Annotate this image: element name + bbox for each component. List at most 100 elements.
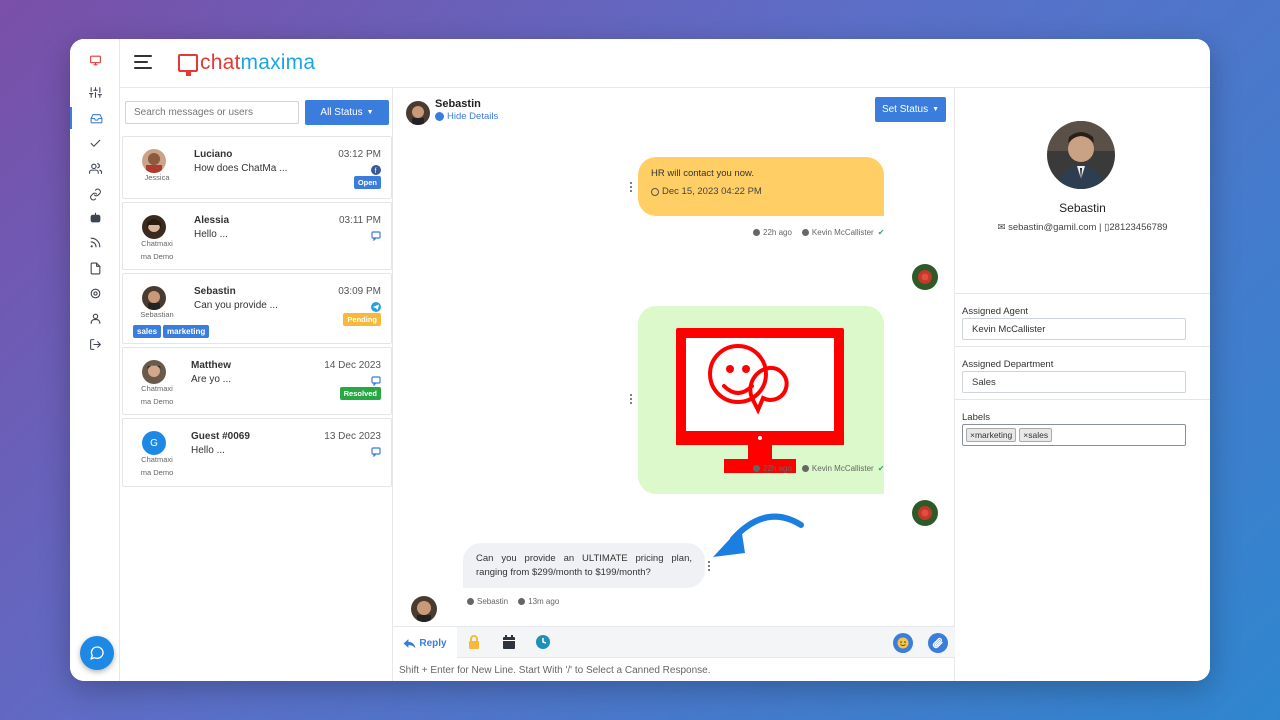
logout-icon[interactable] (70, 333, 120, 355)
nav-rail (70, 39, 120, 681)
contact-details-panel: Sebastin ✉ sebastin@gamil.com | ▯2812345… (955, 88, 1210, 681)
reply-icon (403, 638, 416, 648)
message-options-icon[interactable] (708, 561, 711, 573)
brand-logo: chatmaxima (178, 51, 316, 76)
conversation-item[interactable]: G Chatmaxi ma Demo Guest #0069 Hello ...… (122, 418, 392, 487)
message-text: HR will contact you now. (651, 168, 754, 179)
contact-avatar-large (1047, 121, 1115, 189)
rss-icon[interactable] (70, 231, 120, 253)
document-icon[interactable] (70, 257, 120, 279)
contact-email[interactable]: sebastin@gamil.com (1008, 222, 1096, 233)
chat-panel: Sebastin Hide Details Set Status ▼ HR wil… (393, 88, 955, 681)
message-meta: Sebastin 13m ago (467, 597, 559, 606)
clock-icon[interactable] (536, 635, 550, 649)
clock-icon (753, 465, 760, 472)
conversation-list: All Status▼ Jessica Luciano How does Cha… (120, 88, 393, 681)
conversation-item[interactable]: Jessica Luciano How does ChatMa ... 03:1… (122, 136, 392, 199)
emoji-icon[interactable] (893, 633, 913, 653)
menu-icon[interactable] (134, 55, 152, 71)
avatar (142, 286, 166, 310)
bot-icon[interactable] (70, 206, 120, 228)
conversation-item[interactable]: Chatmaxi ma Demo Alessia Hello ... 03:11… (122, 202, 392, 270)
conversation-item[interactable]: Sebastian Sebastin Can you provide ... 0… (122, 273, 392, 344)
conversation-time: 03:12 PM (338, 149, 381, 160)
message-composer-input[interactable]: Shift + Enter for New Line. Start With '… (399, 665, 710, 676)
tab-reply[interactable]: Reply (393, 627, 457, 659)
conversation-inbox-name: Sebastian (140, 310, 174, 319)
hide-details-link[interactable]: Hide Details (435, 111, 498, 122)
conversation-inbox-name: Jessica (144, 173, 170, 182)
users-icon[interactable] (70, 157, 120, 179)
chat-channel-icon (371, 373, 381, 387)
tag-marketing: marketing (163, 325, 210, 338)
avatar (142, 360, 166, 384)
settings-icon[interactable] (70, 282, 120, 304)
search-input[interactable] (125, 101, 299, 124)
conversation-inbox-name: Chatmaxi ma Demo (140, 239, 174, 261)
svg-text:f: f (375, 168, 377, 175)
chat-widget-button[interactable] (80, 636, 114, 670)
contact-name: Sebastin (1059, 201, 1106, 215)
avatar (142, 149, 166, 173)
telegram-icon (435, 112, 444, 121)
conversation-preview: Are yo ... (191, 374, 232, 385)
arrow-annotation-icon (713, 513, 804, 557)
conversation-preview: Hello ... (191, 445, 225, 456)
conversation-name: Luciano (194, 149, 233, 160)
user-icon (467, 598, 474, 605)
assigned-agent-label: Assigned Agent (962, 306, 1029, 317)
message-meta: 22h ago Kevin McCallister ✔ (753, 464, 884, 473)
message-options-icon[interactable] (630, 394, 633, 406)
conversation-inbox-name: Chatmaxi ma Demo (140, 455, 174, 477)
divider (955, 293, 1210, 294)
chat-channel-icon (371, 444, 381, 458)
conversation-name: Guest #0069 (191, 431, 250, 442)
facebook-icon: f (371, 162, 381, 175)
message-date: Dec 15, 2023 04:22 PM (651, 186, 762, 197)
labels-label: Labels (962, 412, 990, 423)
conversation-time: 03:11 PM (338, 215, 381, 226)
conversation-inbox-name: Chatmaxi ma Demo (140, 384, 174, 406)
chat-bubble-icon (90, 646, 104, 660)
calendar-icon[interactable] (502, 635, 516, 649)
assigned-agent-field[interactable]: Kevin McCallister (962, 318, 1186, 340)
sliders-icon[interactable] (70, 81, 120, 103)
top-header: chatmaxima (120, 39, 1210, 88)
inbox-icon[interactable] (70, 107, 120, 129)
status-badge: Resolved (339, 387, 381, 400)
clock-icon (651, 187, 659, 196)
labels-input[interactable]: ×marketing ×sales (962, 424, 1186, 446)
reply-toolbar: Reply (393, 626, 955, 659)
user-icon (801, 465, 809, 472)
double-check-icon: ✔ (877, 228, 885, 237)
label-chip[interactable]: ×marketing (966, 428, 1017, 442)
clock-icon (753, 229, 760, 236)
conversation-preview: Hello ... (194, 229, 228, 240)
divider (955, 346, 1210, 347)
contact-phone[interactable]: 28123456789 (1109, 222, 1167, 233)
chat-contact-name: Sebastin (435, 98, 481, 110)
message-options-icon[interactable] (630, 182, 633, 194)
conversation-time: 03:09 PM (338, 286, 381, 297)
status-badge: Open (353, 176, 381, 189)
status-badge: Pending (343, 313, 381, 326)
monitor-logo-icon (70, 49, 120, 71)
set-status-dropdown[interactable]: Set Status ▼ (875, 97, 946, 122)
chevron-down-icon: ▼ (366, 109, 374, 116)
agent-avatar (912, 264, 938, 290)
assigned-department-field[interactable]: Sales (962, 371, 1186, 393)
conversation-preview: How does ChatMa ... (194, 163, 288, 174)
conversation-item[interactable]: Chatmaxi ma Demo Matthew Are yo ... 14 D… (122, 347, 392, 415)
assigned-department-label: Assigned Department (962, 359, 1054, 370)
label-chip[interactable]: ×sales (1019, 428, 1053, 442)
lock-icon[interactable] (467, 635, 481, 649)
link-icon[interactable] (70, 183, 120, 205)
attachment-icon[interactable] (928, 633, 948, 653)
check-icon[interactable] (70, 132, 120, 154)
avatar (142, 215, 166, 239)
conversation-name: Alessia (194, 215, 230, 226)
conversation-preview: Can you provide ... (194, 300, 278, 311)
all-status-dropdown[interactable]: All Status ▼ (305, 100, 389, 125)
user-icon[interactable] (70, 307, 120, 329)
brand-text-maxima: maxima (240, 51, 316, 74)
